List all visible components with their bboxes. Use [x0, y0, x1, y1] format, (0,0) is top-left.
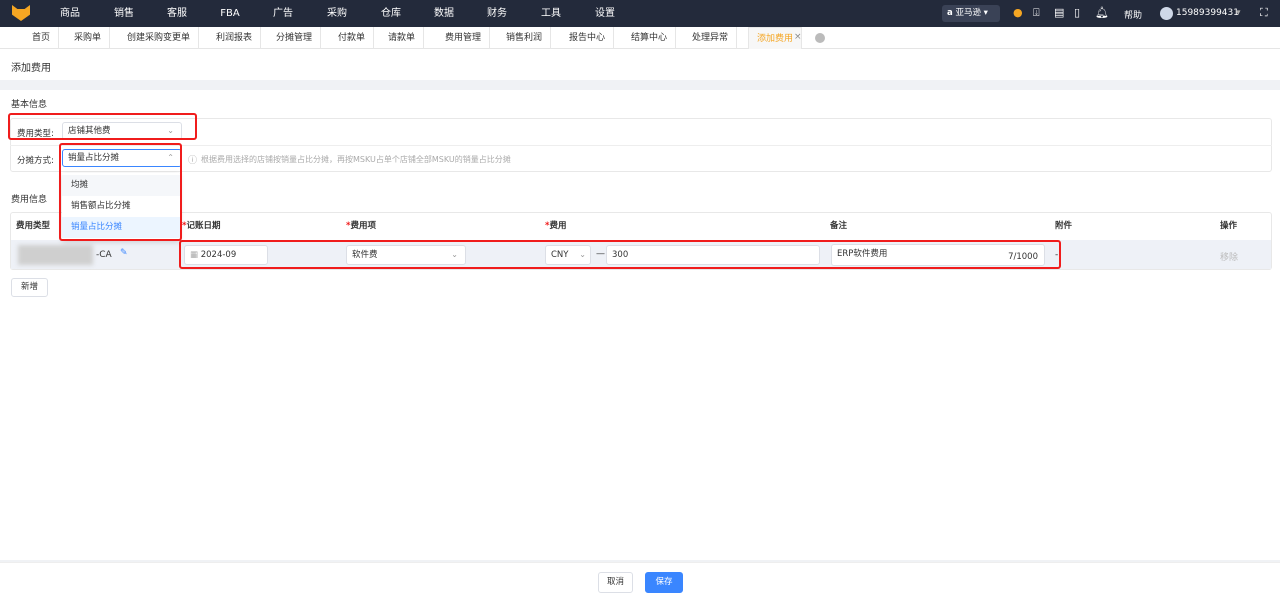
section-fee: 费用信息 [11, 195, 48, 205]
calendar-icon: ▦ [190, 250, 199, 260]
tab-item[interactable]: 销售利润 [498, 27, 552, 49]
page-title: 添加费用 [11, 63, 51, 74]
date-picker[interactable]: ▦ 2024-09 [184, 245, 268, 265]
col-amount: 费用 [549, 221, 567, 231]
logo[interactable] [12, 5, 30, 21]
menu-item[interactable]: 设置 [595, 0, 615, 27]
tab-item[interactable]: 首页 [24, 27, 60, 49]
alloc-hint: 根据费用选择的店铺按销量占比分摊，再按MSKU占单个店铺全部MSKU的销量占比分… [201, 155, 511, 164]
save-button[interactable]: 保存 [645, 572, 683, 593]
fee-item-select[interactable]: 软件费 ⌄ [346, 245, 466, 265]
chevron-down-icon[interactable]: ▾ [1236, 8, 1241, 18]
alloc-label: 分摊方式: [17, 156, 54, 166]
currency-value: CNY [551, 250, 569, 260]
amount-value: 300 [612, 250, 629, 260]
fullscreen-icon[interactable]: ⛶ [1260, 6, 1268, 20]
tab-item[interactable]: 采购单 [66, 27, 111, 49]
menu-item[interactable]: 财务 [487, 0, 507, 27]
menu-item[interactable]: 数据 [434, 0, 454, 27]
menu-item[interactable]: 销售 [114, 0, 134, 27]
fee-type-label: 费用类型: [17, 129, 54, 139]
section-basic: 基本信息 [11, 100, 48, 110]
fee-item-value: 软件费 [352, 250, 378, 260]
alloc-value: 销量占比分摊 [68, 153, 120, 163]
mobile-icon[interactable]: ▯ [1074, 6, 1080, 19]
cancel-button[interactable]: 取消 [598, 572, 633, 593]
tab-item[interactable]: 创建采购变更单 [119, 27, 200, 49]
blurred-store-name [18, 245, 93, 265]
chevron-down-icon: ⌄ [451, 250, 458, 259]
tab-item[interactable]: 付款单 [330, 27, 375, 49]
chevron-up-icon: ⌃ [167, 153, 174, 162]
col-remark: 备注 [830, 221, 848, 231]
amount-input[interactable]: 300 [606, 245, 820, 265]
tab-item[interactable]: 利润报表 [208, 27, 262, 49]
user-menu[interactable]: 15989399431 [1176, 8, 1239, 18]
col-item: 费用项 [350, 221, 376, 231]
menu-item[interactable]: 广告 [273, 0, 293, 27]
marketplace-select[interactable]: a 亚马逊 ▾ [942, 5, 1000, 22]
alloc-dropdown: 均摊 销售额占比分摊 销量占比分摊 [62, 173, 180, 240]
footer: 取消 保存 [0, 562, 1280, 598]
minus-icon: — [596, 249, 605, 259]
col-attachment: 附件 [1055, 221, 1073, 231]
tab-item[interactable]: 结算中心 [623, 27, 677, 49]
add-row-button[interactable]: 新增 [11, 278, 48, 297]
col-action: 操作 [1220, 221, 1238, 231]
more-tabs-icon[interactable] [815, 33, 825, 43]
remove-link[interactable]: 移除 [1220, 250, 1238, 263]
menu-item[interactable]: 工具 [541, 0, 561, 27]
menu-item[interactable]: 采购 [327, 0, 347, 27]
option-sales-volume[interactable]: 销量占比分摊 [62, 217, 180, 238]
top-nav: 商品 销售 客服 FBA 广告 采购 仓库 数据 财务 工具 设置 a 亚马逊 ▾ ● ⍗ ▤ ▯ … [0, 0, 1280, 27]
fee-type-select[interactable]: 店铺其他费 ⌄ [62, 122, 182, 140]
menu-item[interactable]: FBA [220, 0, 239, 27]
fee-type-suffix: -CA [96, 250, 112, 260]
option-sales-amount[interactable]: 销售额占比分摊 [62, 196, 180, 217]
attachment-value: - [1055, 250, 1059, 260]
tab-item[interactable]: 处理异常 [684, 27, 738, 49]
bell-icon[interactable]: 🔔︎ [1095, 6, 1109, 19]
tab-item[interactable]: 费用管理 [437, 27, 491, 49]
col-fee-type: 费用类型 [16, 221, 51, 231]
edit-icon[interactable]: ✎ [120, 248, 128, 258]
document-icon[interactable]: ▤ [1054, 6, 1064, 19]
tab-bar: 首页 采购单 创建采购变更单 利润报表 分摊管理 付款单 请款单 费用管理 销售利润 报告中心 结算… [0, 27, 1280, 49]
download-icon[interactable]: ⍗ [1033, 6, 1040, 20]
char-counter: 7/1000 [1008, 252, 1038, 262]
menu-item[interactable]: 客服 [167, 0, 187, 27]
avatar[interactable] [1160, 7, 1173, 20]
date-value: 2024-09 [200, 250, 237, 260]
remark-value: ERP软件费用 [837, 249, 888, 259]
close-icon[interactable]: × [794, 32, 802, 42]
tab-item[interactable]: 分摊管理 [268, 27, 322, 49]
marketplace-label: 亚马逊 [955, 8, 981, 18]
menu-item[interactable]: 仓库 [381, 0, 401, 27]
info-icon: ⓘ [188, 156, 198, 166]
tab-item[interactable]: 报告中心 [561, 27, 615, 49]
tab-item[interactable]: 请款单 [380, 27, 425, 49]
chevron-down-icon: ⌄ [579, 250, 586, 259]
chevron-down-icon: ⌄ [167, 126, 174, 135]
option-equal[interactable]: 均摊 [62, 175, 180, 196]
help-link[interactable]: 帮助 [1124, 8, 1142, 21]
col-date: 记账日期 [186, 221, 221, 231]
currency-select[interactable]: CNY ⌄ [545, 245, 591, 265]
alloc-select[interactable]: 销量占比分摊 ⌃ [62, 149, 182, 167]
fee-type-value: 店铺其他费 [68, 126, 111, 136]
remark-textarea[interactable]: ERP软件费用 7/1000 [831, 244, 1045, 266]
menu-item[interactable]: 商品 [60, 0, 80, 27]
support-icon[interactable]: ● [1013, 6, 1023, 19]
